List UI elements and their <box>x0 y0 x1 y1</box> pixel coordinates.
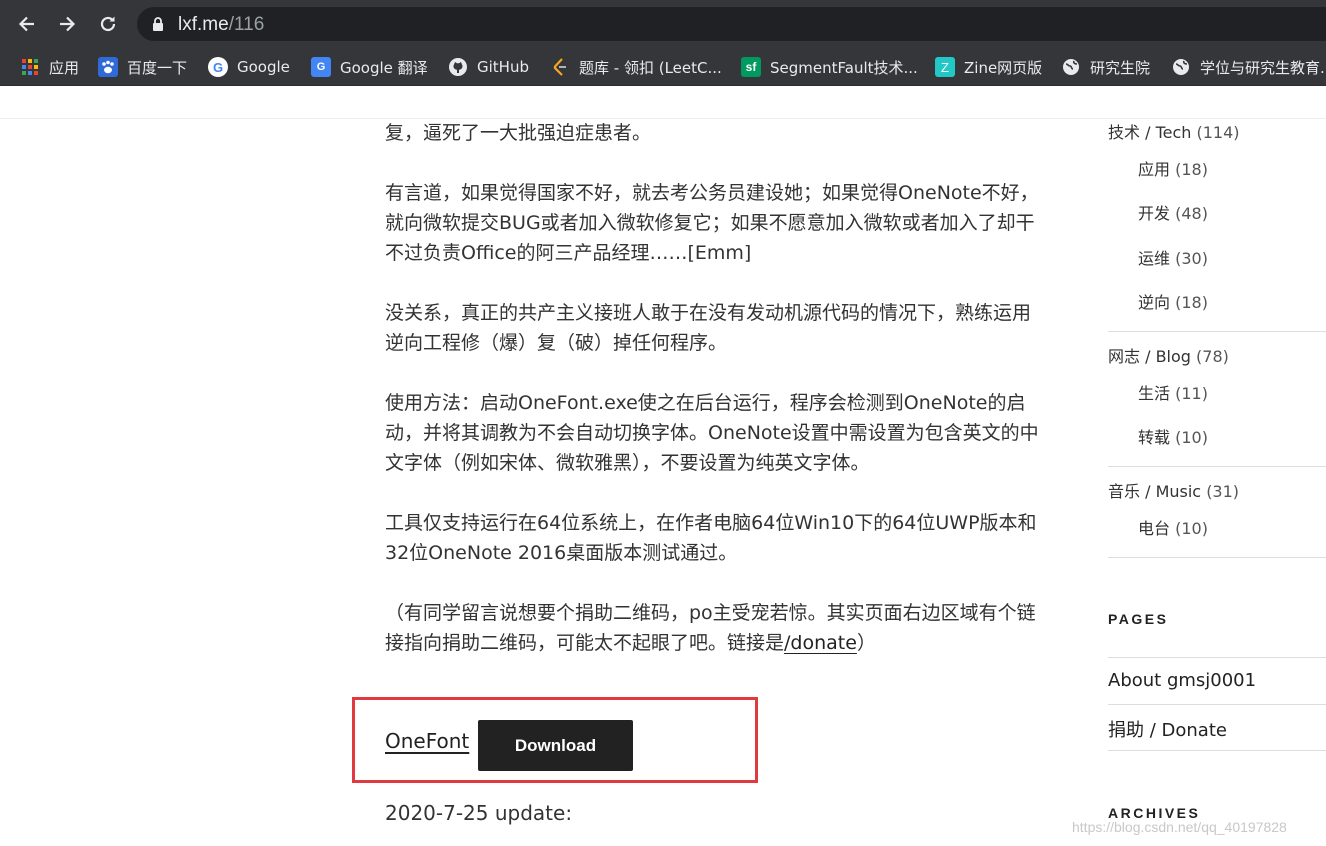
category-label: 音乐 / Music <box>1108 482 1202 501</box>
category-tech[interactable]: 技术 / Tech (114) <box>1108 119 1240 143</box>
google-translate-icon: G <box>311 57 331 77</box>
download-button[interactable]: Download <box>478 720 633 771</box>
category-label: 开发 <box>1138 204 1171 223</box>
address-bar[interactable]: lxf.me/116 <box>137 7 1326 41</box>
bookmarks-bar: 应用 百度一下 G Google G Google 翻译 GitHub 题库 -… <box>0 48 1326 86</box>
browser-toolbar: lxf.me/116 <box>0 0 1326 48</box>
bookmark-label: SegmentFault技术... <box>770 58 918 77</box>
bookmark-segmentfault[interactable]: sf SegmentFault技术... <box>741 56 918 78</box>
bookmark-label: 学位与研究生教育... <box>1200 58 1326 77</box>
update-heading: 2020-7-25 update: <box>385 801 573 825</box>
category-count: (10) <box>1175 428 1208 447</box>
bookmark-label: GitHub <box>477 58 529 76</box>
category-count: (78) <box>1196 347 1229 366</box>
csdn-watermark: https://blog.csdn.net/qq_40197828 <box>1072 819 1287 835</box>
category-count: (18) <box>1175 293 1208 312</box>
bookmark-google[interactable]: G Google <box>208 56 290 78</box>
category-count: (11) <box>1175 384 1208 403</box>
category-ops[interactable]: 运维 (30) <box>1138 245 1208 269</box>
reload-icon <box>100 16 116 32</box>
onefont-link[interactable]: OneFont <box>385 729 469 753</box>
category-count: (18) <box>1175 160 1208 179</box>
article-paragraph: 复，逼死了一大批强迫症患者。 <box>385 122 652 144</box>
category-apps[interactable]: 应用 (18) <box>1138 156 1208 180</box>
bookmark-apps[interactable]: 应用 <box>20 56 79 78</box>
sidebar-divider <box>1108 331 1326 332</box>
category-music[interactable]: 音乐 / Music (31) <box>1108 478 1239 502</box>
bookmark-zine[interactable]: Z Zine网页版 <box>935 56 1042 78</box>
bookmark-label: 百度一下 <box>127 58 188 77</box>
category-count: (10) <box>1175 519 1208 538</box>
bookmark-github[interactable]: GitHub <box>448 56 529 78</box>
bookmark-leetcode[interactable]: 题库 - 领扣 (LeetC... <box>550 56 722 78</box>
bookmark-label: 研究生院 <box>1090 58 1151 77</box>
sidebar-divider <box>1108 466 1326 467</box>
apps-grid-icon <box>20 57 40 77</box>
category-count: (31) <box>1206 482 1240 501</box>
baidu-icon <box>98 57 118 77</box>
article-paragraph: 工具仅支持运行在64位系统上，在作者电脑64位Win10下的64位UWP版本和3… <box>385 512 1037 564</box>
category-life[interactable]: 生活 (11) <box>1138 380 1208 404</box>
url-host: lxf.me <box>178 14 229 35</box>
donate-link[interactable]: /donate <box>784 632 857 654</box>
category-count: (114) <box>1196 123 1240 142</box>
category-label: 技术 / Tech <box>1108 123 1192 142</box>
article-paragraph: 没关系，真正的共产主义接班人敢于在没有发动机源代码的情况下，熟练运用逆向工程修（… <box>385 302 1032 354</box>
globe-icon <box>1171 57 1191 77</box>
category-count: (48) <box>1175 204 1208 223</box>
bookmark-label: Google <box>237 58 290 76</box>
back-button[interactable] <box>13 10 41 38</box>
arrow-left-icon <box>18 16 34 32</box>
sidebar-divider <box>1108 657 1326 658</box>
category-label: 应用 <box>1138 160 1171 179</box>
bookmark-google-translate[interactable]: G Google 翻译 <box>311 56 428 78</box>
category-blog[interactable]: 网志 / Blog (78) <box>1108 343 1229 367</box>
sidebar-divider <box>1108 750 1326 751</box>
article-paragraph: 使用方法：启动OneFont.exe使之在后台运行，程序会检测到OneNote的… <box>385 392 1039 474</box>
category-label: 运维 <box>1138 249 1171 268</box>
github-icon <box>448 57 468 77</box>
arrow-right-icon <box>60 16 76 32</box>
bookmark-degree-education[interactable]: 学位与研究生教育... <box>1171 56 1326 78</box>
pages-widget-title: PAGES <box>1108 611 1169 627</box>
bookmark-label: Google 翻译 <box>340 58 428 77</box>
category-dev[interactable]: 开发 (48) <box>1138 200 1208 224</box>
category-reverse[interactable]: 逆向 (18) <box>1138 289 1208 313</box>
reload-button[interactable] <box>94 10 122 38</box>
url-path: /116 <box>228 14 265 35</box>
url-text: lxf.me/116 <box>178 14 264 36</box>
category-label: 电台 <box>1138 519 1171 538</box>
bookmark-graduate-school[interactable]: 研究生院 <box>1061 56 1150 78</box>
bookmark-label: 应用 <box>49 58 80 77</box>
category-radio[interactable]: 电台 (10) <box>1138 515 1208 539</box>
category-count: (30) <box>1175 249 1208 268</box>
zine-icon: Z <box>935 57 955 77</box>
lock-icon <box>153 17 163 31</box>
bookmark-baidu[interactable]: 百度一下 <box>98 56 187 78</box>
page-link-about[interactable]: About gmsj0001 <box>1108 670 1256 691</box>
bookmark-label: Zine网页版 <box>964 58 1043 77</box>
category-label: 逆向 <box>1138 293 1171 312</box>
page-link-donate[interactable]: 捐助 / Donate <box>1108 716 1227 742</box>
leetcode-icon <box>550 57 570 77</box>
forward-button[interactable] <box>53 10 81 38</box>
segmentfault-icon: sf <box>741 57 761 77</box>
sidebar-divider <box>1108 557 1326 558</box>
category-label: 转载 <box>1138 428 1171 447</box>
article-paragraph: 有言道，如果觉得国家不好，就去考公务员建设她；如果觉得OneNote不好，就向微… <box>385 182 1039 264</box>
donate-note-text: （有同学留言说想要个捐助二维码，po主受宠若惊。其实页面右边区域有个链接指向捐助… <box>385 602 1036 654</box>
category-label: 生活 <box>1138 384 1171 403</box>
donate-note-end: ） <box>856 632 876 654</box>
sidebar-divider <box>1108 704 1326 705</box>
google-icon: G <box>208 57 228 77</box>
globe-icon <box>1061 57 1081 77</box>
category-label: 网志 / Blog <box>1108 347 1191 366</box>
bookmark-label: 题库 - 领扣 (LeetC... <box>579 58 722 77</box>
category-repost[interactable]: 转载 (10) <box>1138 424 1208 448</box>
article-paragraph: （有同学留言说想要个捐助二维码，po主受宠若惊。其实页面右边区域有个链接指向捐助… <box>385 598 1045 658</box>
